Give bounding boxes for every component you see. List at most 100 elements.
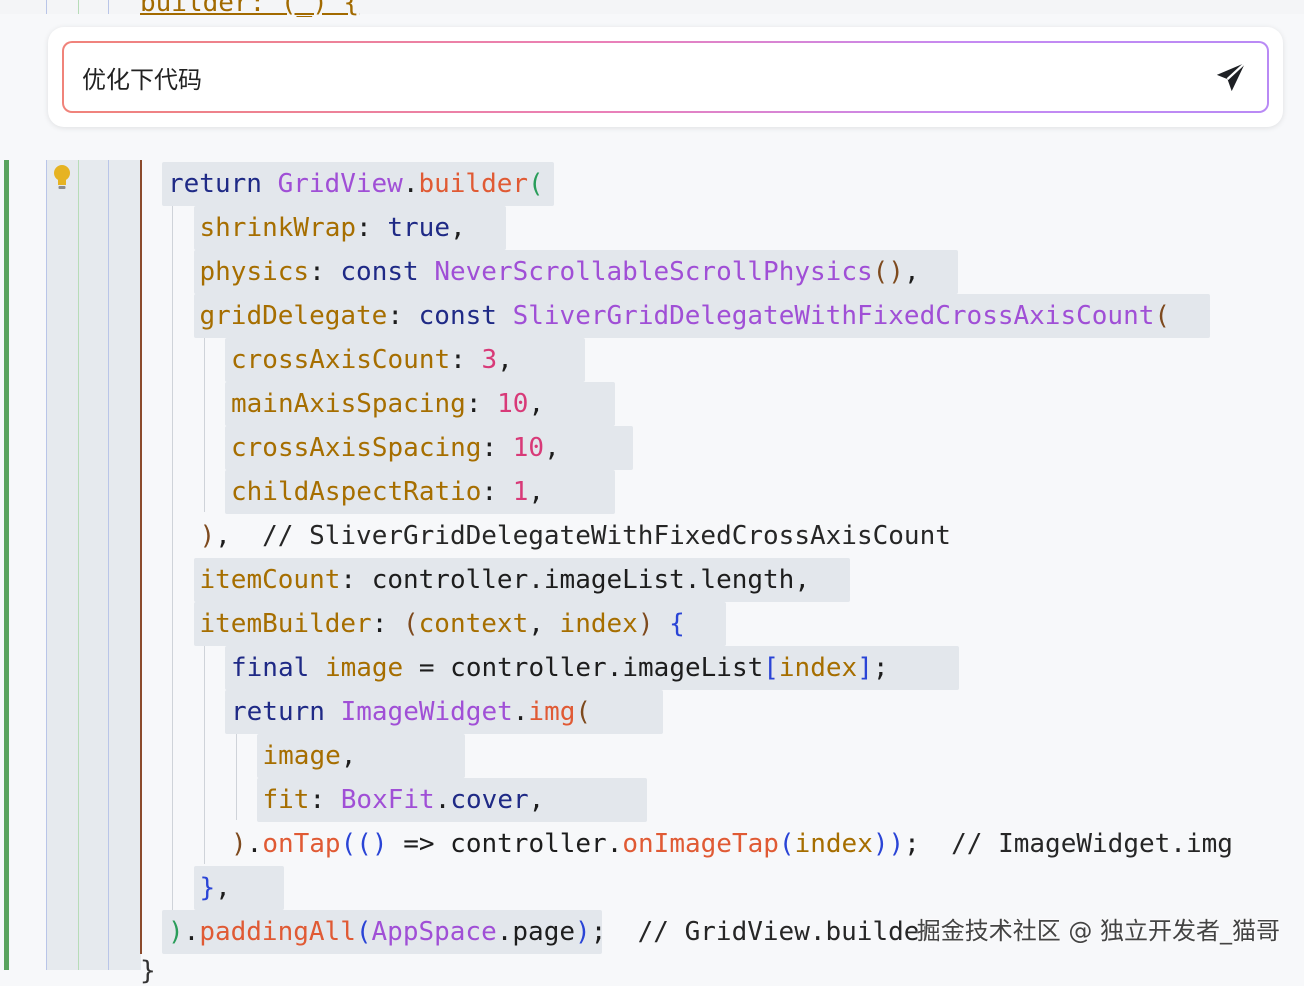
paper-plane-icon — [1216, 61, 1246, 92]
code-token: : — [481, 477, 513, 507]
code-token: NeverScrollableScrollPhysics — [434, 257, 873, 287]
code-token: 3 — [481, 345, 498, 375]
code-token: // SliverGridDelegateWithFixedCrossAxisC… — [262, 521, 951, 551]
code-token: )) — [872, 829, 905, 859]
indent-gutter — [46, 160, 141, 970]
code-token: . — [402, 169, 419, 199]
code-token: image — [324, 653, 404, 683]
code-line[interactable]: crossAxisCount: 3, — [231, 338, 513, 382]
indent-guide — [236, 732, 237, 820]
code-token: : controller.imageList.length, — [340, 565, 810, 595]
code-token: , — [528, 609, 560, 639]
code-token: index — [778, 653, 858, 683]
code-token: ( — [528, 169, 544, 199]
code-line[interactable]: ).onTap(() => controller.onImageTap(inde… — [231, 822, 1233, 866]
code-token: : — [356, 213, 388, 243]
scope-guide — [140, 160, 142, 954]
code-token: , — [528, 389, 545, 419]
code-line[interactable]: gridDelegate: const SliverGridDelegateWi… — [200, 294, 1171, 338]
code-editor[interactable]: return GridView.builder(shrinkWrap: true… — [0, 160, 1304, 986]
code-token: onTap — [262, 829, 341, 859]
code-token: () — [872, 257, 904, 287]
code-token: ( — [1154, 301, 1171, 331]
indent-guide — [46, 0, 47, 14]
code-line[interactable]: fit: BoxFit.cover, — [263, 778, 545, 822]
code-token: : — [450, 345, 482, 375]
code-token: ( — [575, 697, 592, 727]
code-line[interactable]: image, — [263, 734, 357, 778]
code-token: (() — [340, 829, 388, 859]
code-line[interactable]: physics: const NeverScrollableScrollPhys… — [200, 250, 920, 294]
code-token: gridDelegate — [199, 301, 388, 331]
code-token: : — [371, 609, 403, 639]
code-token: onImageTap — [622, 829, 779, 859]
code-token: cover — [450, 785, 529, 815]
code-token: 10 — [497, 389, 529, 419]
code-token: ( — [403, 609, 419, 639]
code-line[interactable]: crossAxisSpacing: 10, — [231, 426, 560, 470]
code-line[interactable]: }, — [200, 866, 231, 910]
code-token: , — [528, 785, 545, 815]
code-token: , — [544, 433, 560, 463]
code-line[interactable]: itemCount: controller.imageList.length, — [200, 558, 811, 602]
code-token: BoxFit — [340, 785, 435, 815]
code-token: = controller.imageList — [403, 653, 764, 683]
code-token: final — [231, 653, 310, 683]
code-token: GridView — [277, 169, 403, 199]
ai-prompt-card — [48, 27, 1283, 127]
code-token: ( — [778, 829, 795, 859]
code-token: ) — [637, 609, 654, 639]
code-token: ) — [231, 829, 247, 859]
indent-guide — [108, 160, 109, 970]
code-token: img — [528, 697, 576, 727]
code-line[interactable]: itemBuilder: (context, index) { — [200, 602, 685, 646]
code-token: crossAxisSpacing — [231, 433, 482, 463]
code-token: ( — [355, 917, 372, 947]
code-token: , — [215, 521, 263, 551]
indent-guide — [172, 204, 173, 952]
code-line[interactable]: childAspectRatio: 1, — [231, 470, 544, 514]
code-line[interactable]: shrinkWrap: true, — [200, 206, 466, 250]
code-line[interactable]: mainAxisSpacing: 10, — [231, 382, 544, 426]
code-token: ; — [872, 653, 889, 683]
code-token: page — [512, 917, 576, 947]
code-line[interactable]: ).paddingAll(AppSpace.page); // GridView… — [168, 910, 935, 954]
code-token: fit — [262, 785, 310, 815]
code-token: ; — [904, 829, 952, 859]
code-token: , — [215, 873, 231, 903]
send-button[interactable] — [1211, 57, 1251, 97]
code-token: shrinkWrap — [199, 213, 357, 243]
code-line[interactable]: final image = controller.imageList[index… — [231, 646, 889, 690]
code-token: : — [465, 389, 498, 419]
code-token: AppSpace — [371, 917, 497, 947]
code-token: childAspectRatio — [231, 477, 482, 507]
code-token: image — [262, 741, 341, 771]
code-token: // GridView.builder — [637, 917, 936, 947]
code-token: . — [183, 917, 200, 947]
cut-off-code-line: builder: (_) { — [140, 0, 360, 18]
code-line[interactable]: ), // SliverGridDelegateWithFixedCrossAx… — [200, 514, 951, 558]
code-token: paddingAll — [199, 917, 356, 947]
closing-brace: } — [140, 956, 156, 986]
indent-guide — [204, 336, 205, 512]
code-line[interactable]: return ImageWidget.img( — [231, 690, 591, 734]
code-token: . — [246, 829, 263, 859]
code-token: : — [481, 433, 513, 463]
code-token: ; — [590, 917, 638, 947]
code-token: , — [449, 213, 466, 243]
indent-guide — [46, 160, 47, 970]
code-token: , — [903, 257, 920, 287]
code-token: 10 — [512, 433, 545, 463]
ai-prompt-input[interactable] — [80, 62, 1211, 92]
code-line[interactable]: return GridView.builder( — [168, 162, 544, 206]
code-token: ) — [168, 917, 184, 947]
lightbulb-icon[interactable] — [52, 164, 72, 196]
code-token: const — [340, 257, 419, 287]
code-token: . — [496, 917, 513, 947]
previous-code-strip: builder: (_) { — [0, 0, 1304, 18]
indent-guide — [108, 0, 109, 14]
